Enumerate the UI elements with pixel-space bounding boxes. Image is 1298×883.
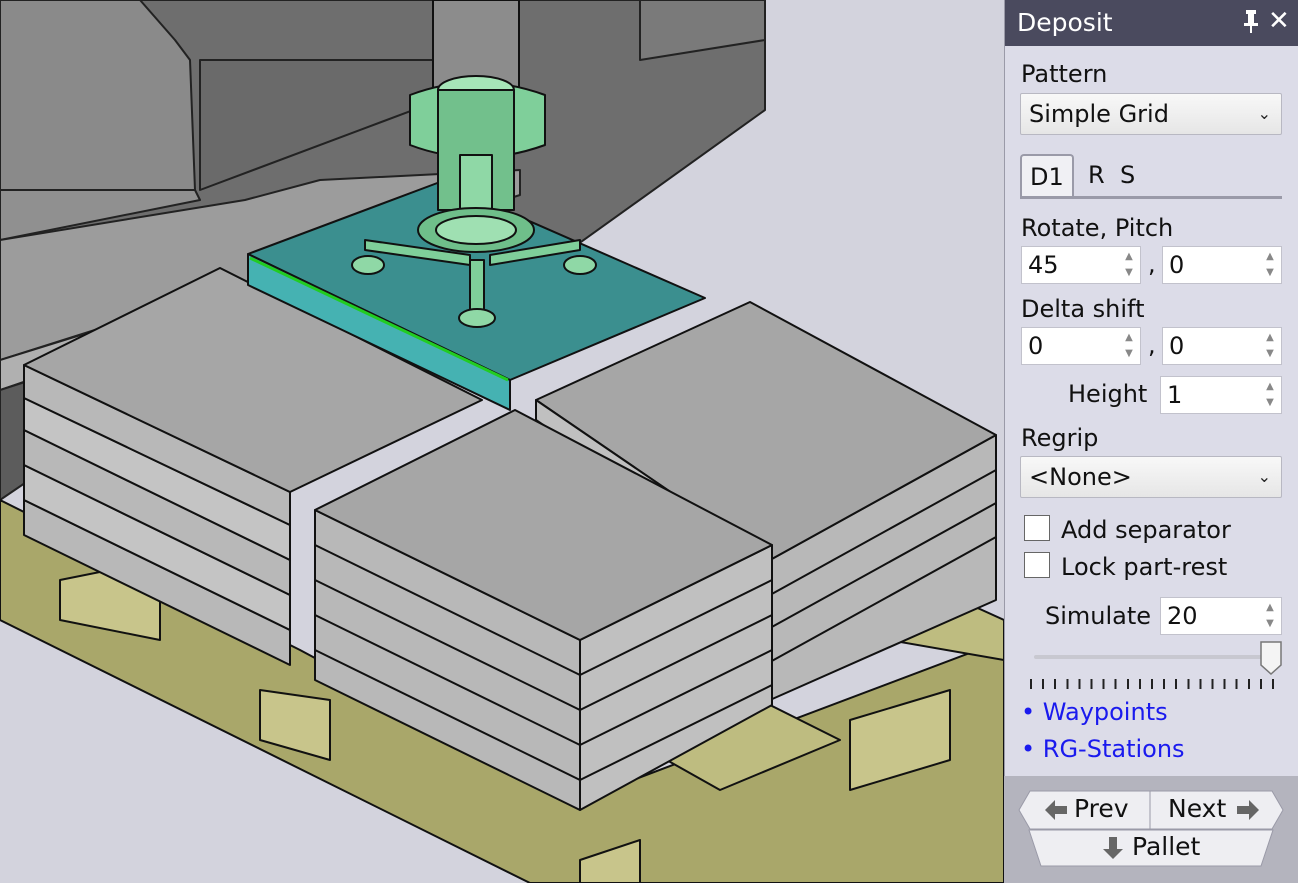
next-button[interactable]: Next (1152, 790, 1280, 830)
height-input[interactable]: 1 ▲ ▼ (1160, 376, 1282, 414)
lock-part-rest-label: Lock part-rest (1061, 553, 1228, 581)
delta-shift-label: Delta shift (1021, 295, 1145, 323)
spin-down-icon[interactable]: ▼ (1263, 617, 1277, 631)
delta-x-input[interactable]: 0 ▲ ▼ (1021, 327, 1141, 365)
next-label: Next (1168, 794, 1227, 823)
spin-down-icon[interactable]: ▼ (1122, 347, 1136, 361)
height-label: Height (1068, 380, 1148, 408)
regrip-dropdown[interactable]: <None> ⌄ (1020, 456, 1282, 498)
height-value: 1 (1167, 381, 1183, 409)
pitch-input[interactable]: 0 ▲ ▼ (1162, 246, 1282, 284)
add-separator-checkbox[interactable] (1024, 515, 1050, 541)
deposit-tabs: D1 R S (1020, 154, 1282, 199)
spin-up-icon[interactable]: ▲ (1263, 601, 1277, 615)
delta-x-value: 0 (1028, 332, 1044, 360)
arrow-down-icon (1103, 837, 1123, 859)
simulate-value: 20 (1167, 602, 1198, 630)
delta-y-value: 0 (1169, 332, 1185, 360)
close-icon[interactable]: ✕ (1268, 6, 1290, 36)
spin-down-icon[interactable]: ▼ (1263, 266, 1277, 280)
simulate-input[interactable]: 20 ▲ ▼ (1160, 597, 1282, 635)
pattern-dropdown[interactable]: Simple Grid ⌄ (1020, 93, 1282, 135)
slider-ticks (1030, 679, 1274, 689)
pattern-value: Simple Grid (1029, 100, 1169, 128)
chevron-down-icon: ⌄ (1257, 104, 1271, 123)
rg-stations-link[interactable]: • RG-Stations (1021, 735, 1185, 763)
spin-up-icon[interactable]: ▲ (1263, 331, 1277, 345)
tab-r[interactable]: R (1088, 154, 1105, 196)
prev-button[interactable]: Prev (1030, 790, 1150, 830)
3d-viewport[interactable] (0, 0, 1004, 883)
simulate-slider-track[interactable] (1034, 655, 1270, 659)
spin-down-icon[interactable]: ▼ (1122, 266, 1136, 280)
pallet-button[interactable]: Pallet (1040, 829, 1260, 867)
panel-title: Deposit (1017, 8, 1113, 37)
add-separator-label: Add separator (1061, 516, 1231, 544)
spin-down-icon[interactable]: ▼ (1263, 347, 1277, 361)
arrow-right-icon (1237, 800, 1259, 820)
spin-up-icon[interactable]: ▲ (1263, 250, 1277, 264)
comma-separator: , (1148, 250, 1156, 278)
rotate-value: 45 (1028, 251, 1059, 279)
comma-separator: , (1148, 331, 1156, 359)
pin-icon[interactable] (1241, 8, 1261, 34)
delta-y-input[interactable]: 0 ▲ ▼ (1162, 327, 1282, 365)
waypoints-link[interactable]: • Waypoints (1021, 698, 1168, 726)
pattern-label: Pattern (1021, 60, 1108, 88)
spin-down-icon[interactable]: ▼ (1263, 396, 1277, 410)
spin-up-icon[interactable]: ▲ (1122, 250, 1136, 264)
chevron-down-icon: ⌄ (1257, 467, 1271, 486)
panel-title-bar: Deposit ✕ (1005, 0, 1298, 46)
spin-up-icon[interactable]: ▲ (1122, 331, 1136, 345)
regrip-value: <None> (1029, 463, 1132, 491)
lock-part-rest-checkbox[interactable] (1024, 552, 1050, 578)
rotate-pitch-label: Rotate, Pitch (1021, 214, 1174, 242)
rotate-input[interactable]: 45 ▲ ▼ (1021, 246, 1141, 284)
regrip-label: Regrip (1021, 424, 1099, 452)
tab-s[interactable]: S (1120, 154, 1135, 196)
pallet-label: Pallet (1132, 832, 1201, 861)
simulate-label: Simulate (1045, 602, 1152, 630)
tab-d1[interactable]: D1 (1020, 154, 1074, 196)
arrow-left-icon (1045, 800, 1067, 820)
simulate-slider-thumb[interactable] (1260, 641, 1282, 675)
pitch-value: 0 (1169, 251, 1185, 279)
prev-label: Prev (1074, 794, 1129, 823)
spin-up-icon[interactable]: ▲ (1263, 380, 1277, 394)
